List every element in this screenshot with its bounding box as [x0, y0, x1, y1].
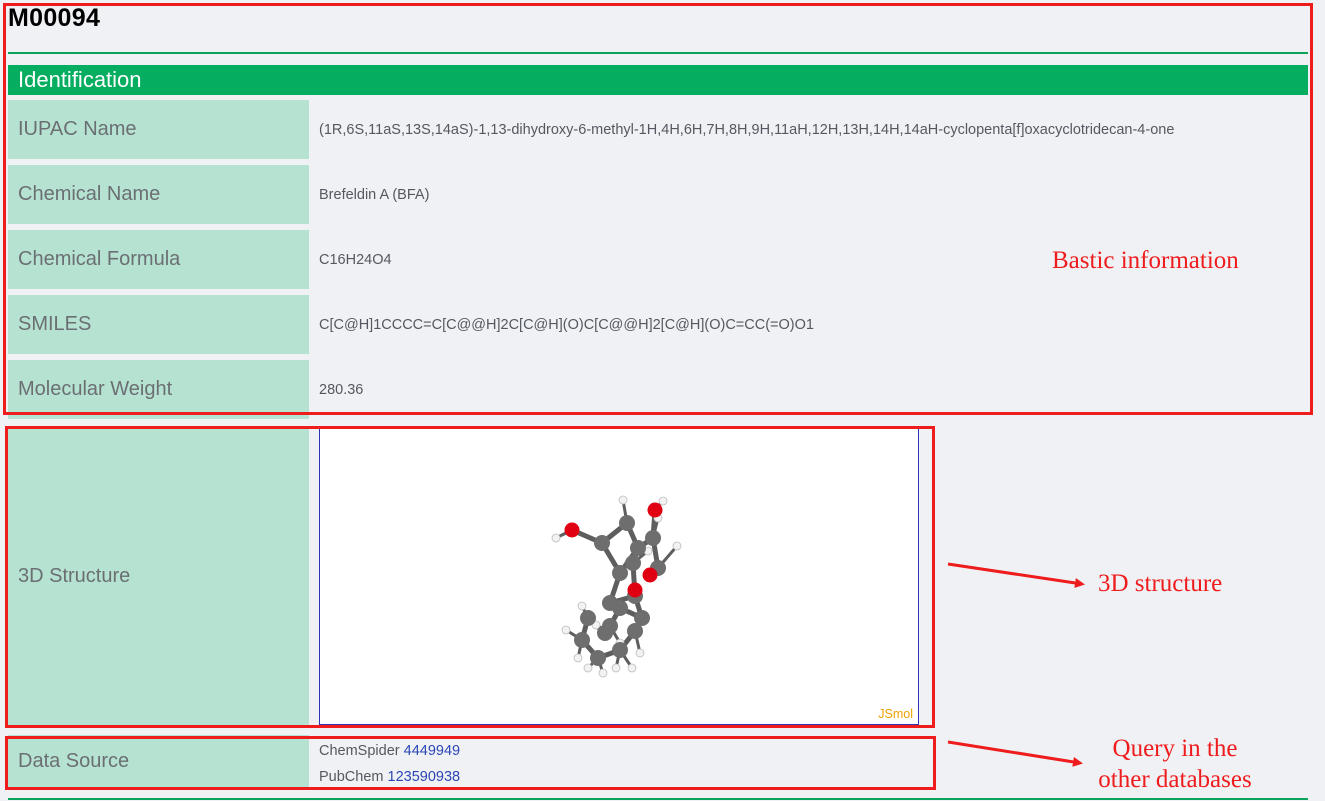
- annotation-box-basic-info: [3, 3, 1313, 415]
- annotation-box-3d-structure: [5, 426, 935, 728]
- annotation-label-3d-structure: 3D structure: [1098, 570, 1223, 597]
- annotation-arrow-3d: [947, 562, 1085, 588]
- annotation-query-line-2: other databases: [1098, 766, 1252, 793]
- annotation-box-data-source: [5, 736, 936, 790]
- annotation-label-basic-info: Bastic information: [1052, 247, 1239, 274]
- annotation-arrow-query: [947, 740, 1083, 767]
- annotation-query-line-1: Query in the: [1112, 735, 1238, 762]
- bottom-divider: [8, 798, 1308, 800]
- annotation-label-query: Query in the other databases: [1090, 733, 1260, 795]
